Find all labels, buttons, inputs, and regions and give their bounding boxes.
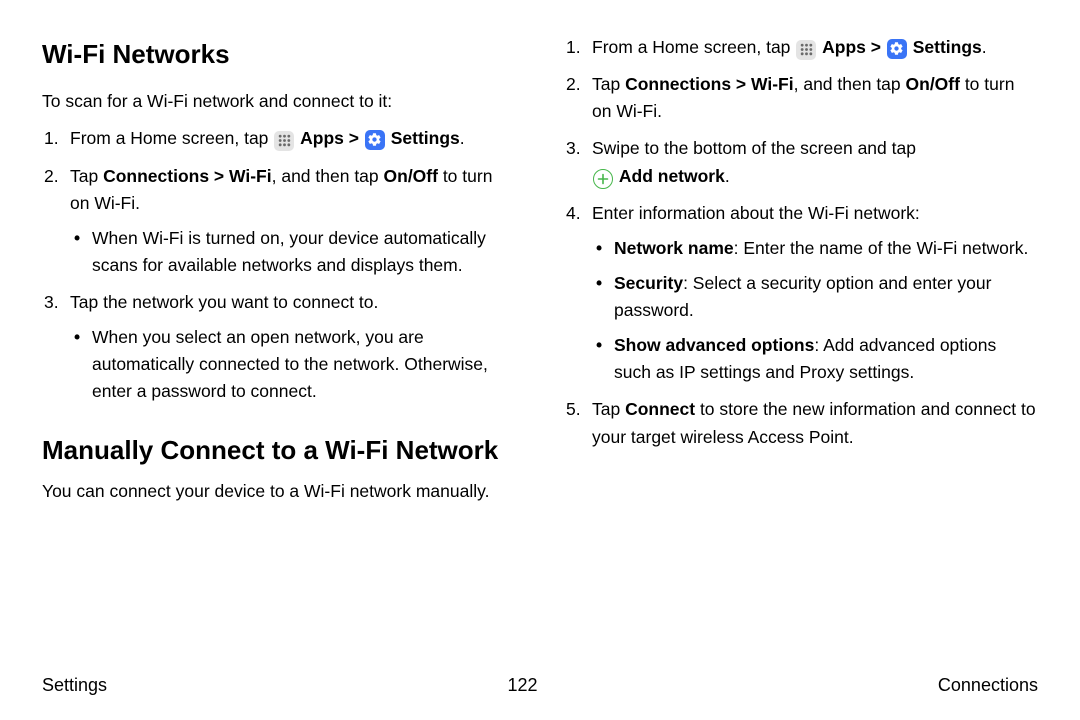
heading-manually-connect: Manually Connect to a Wi‑Fi Network [42, 430, 516, 470]
heading-wifi-networks: Wi‑Fi Networks [42, 34, 516, 74]
step-item: Tap Connect to store the new information… [564, 396, 1038, 450]
bullet-item: Security: Select a security option and e… [592, 270, 1038, 324]
settings-label: Settings [913, 37, 982, 57]
add-network-label: Add network [619, 166, 725, 186]
settings-icon [365, 130, 385, 150]
bullet-item: Network name: Enter the name of the Wi‑F… [592, 235, 1038, 262]
apps-label: Apps [300, 128, 344, 148]
add-icon [593, 169, 613, 189]
step-item: From a Home screen, tap Apps > Settings. [564, 34, 1038, 61]
bullet-item: When Wi‑Fi is turned on, your device aut… [70, 225, 516, 279]
apps-icon [796, 40, 816, 60]
steps-list: From a Home screen, tap Apps > Settings.… [42, 125, 516, 405]
left-column: Wi‑Fi Networks To scan for a Wi‑Fi netwo… [42, 34, 516, 654]
step-item: Tap Connections > Wi‑Fi, and then tap On… [564, 71, 1038, 125]
intro-text: To scan for a Wi‑Fi network and connect … [42, 88, 516, 115]
right-column: From a Home screen, tap Apps > Settings.… [564, 34, 1038, 654]
step-item: From a Home screen, tap Apps > Settings. [42, 125, 516, 152]
apps-icon [274, 131, 294, 151]
bullet-item: Show advanced options: Add advanced opti… [592, 332, 1038, 386]
footer-right: Connections [938, 675, 1038, 696]
page-footer: Settings 122 Connections [42, 675, 1038, 696]
step-item: Swipe to the bottom of the screen and ta… [564, 135, 1038, 189]
step-item: Tap Connections > Wi‑Fi, and then tap On… [42, 163, 516, 280]
settings-label: Settings [391, 128, 460, 148]
step-item: Tap the network you want to connect to. … [42, 289, 516, 406]
page-number: 122 [507, 675, 537, 696]
footer-left: Settings [42, 675, 107, 696]
intro-text: You can connect your device to a Wi‑Fi n… [42, 478, 516, 505]
steps-list: From a Home screen, tap Apps > Settings.… [564, 34, 1038, 451]
apps-label: Apps [822, 37, 866, 57]
step-item: Enter information about the Wi‑Fi networ… [564, 200, 1038, 387]
bullet-item: When you select an open network, you are… [70, 324, 516, 405]
settings-icon [887, 39, 907, 59]
